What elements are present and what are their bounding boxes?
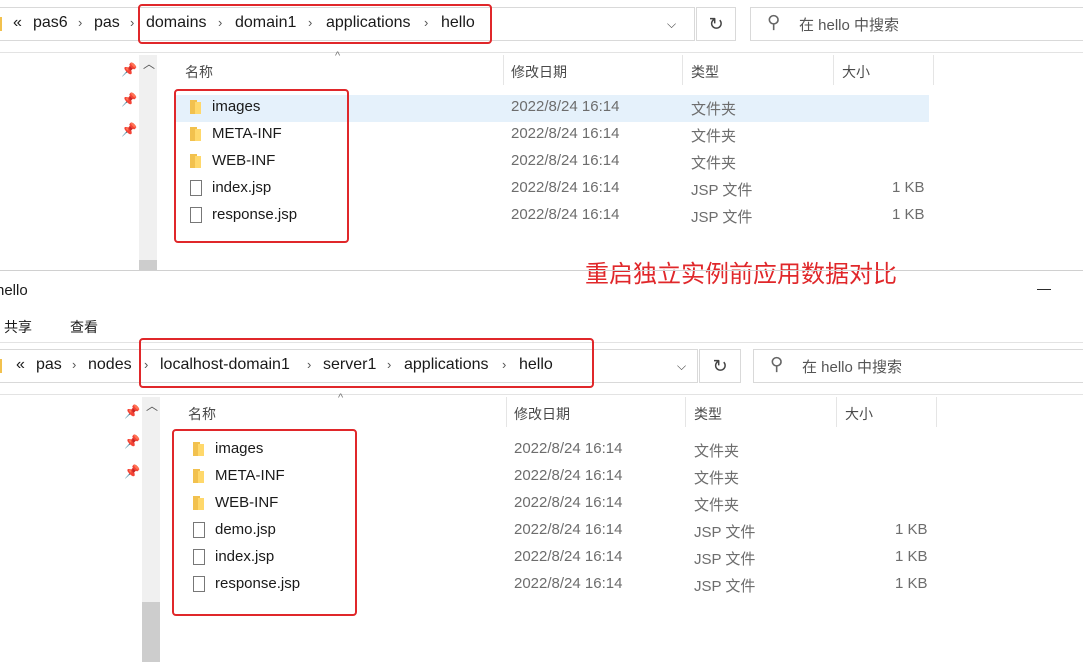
file-date: 2022/8/24 16:14 bbox=[514, 467, 623, 484]
file-type: 文件夹 bbox=[691, 155, 737, 172]
column-size[interactable]: 大小 bbox=[842, 62, 870, 82]
chevron-right-icon[interactable]: › bbox=[72, 357, 76, 372]
sort-up-icon: ^ bbox=[335, 50, 341, 62]
column-size[interactable]: 大小 bbox=[845, 404, 873, 424]
pin-icon[interactable]: 📌 bbox=[121, 92, 137, 108]
window-top-border bbox=[0, 270, 1083, 271]
pin-icon[interactable]: 📌 bbox=[124, 464, 140, 480]
refresh-button[interactable]: ↻ bbox=[696, 7, 736, 41]
file-size: 1 KB bbox=[892, 206, 925, 223]
column-date[interactable]: 修改日期 bbox=[511, 62, 567, 82]
comparison-annotation: 重启独立实例前应用数据对比 bbox=[585, 261, 897, 288]
file-type: JSP 文件 bbox=[694, 578, 756, 595]
scroll-up-icon[interactable]: ︿ bbox=[143, 55, 155, 72]
file-size: 1 KB bbox=[895, 548, 928, 565]
pin-icon[interactable]: 📌 bbox=[121, 62, 137, 78]
file-date: 2022/8/24 16:14 bbox=[511, 152, 620, 169]
file-type: JSP 文件 bbox=[691, 182, 753, 199]
search-placeholder: 在 hello 中搜索 bbox=[799, 17, 900, 34]
file-type: JSP 文件 bbox=[694, 551, 756, 568]
breadcrumb-nodes[interactable]: nodes bbox=[88, 356, 132, 374]
file-type: 文件夹 bbox=[694, 443, 740, 460]
search-placeholder: 在 hello 中搜索 bbox=[802, 359, 903, 376]
column-name[interactable]: 名称 bbox=[188, 404, 216, 424]
column-name[interactable]: 名称 bbox=[185, 62, 213, 82]
ribbon-tab-share[interactable]: 共享 bbox=[4, 317, 32, 337]
chevron-down-icon[interactable]: ⌵ bbox=[677, 359, 686, 374]
bottom-divider bbox=[0, 394, 1083, 395]
column-date[interactable]: 修改日期 bbox=[514, 404, 570, 424]
file-type: 文件夹 bbox=[694, 497, 740, 514]
bottom-breadcrumb-highlight bbox=[139, 338, 594, 388]
refresh-button[interactable]: ↻ bbox=[699, 349, 741, 383]
minimize-button[interactable]: — bbox=[1037, 280, 1051, 296]
file-date: 2022/8/24 16:14 bbox=[511, 125, 620, 142]
window-title: hello bbox=[0, 282, 28, 299]
breadcrumb-pas[interactable]: pas bbox=[94, 14, 120, 32]
file-date: 2022/8/24 16:14 bbox=[511, 98, 620, 115]
top-divider bbox=[0, 52, 1083, 53]
file-date: 2022/8/24 16:14 bbox=[514, 575, 623, 592]
breadcrumb-prefix[interactable]: « bbox=[16, 356, 25, 374]
file-date: 2022/8/24 16:14 bbox=[511, 179, 620, 196]
column-separator[interactable] bbox=[506, 397, 507, 427]
pin-icon[interactable]: 📌 bbox=[124, 404, 140, 420]
top-scrollbar-thumb[interactable] bbox=[139, 260, 157, 270]
top-breadcrumb-highlight bbox=[138, 4, 492, 44]
file-size: 1 KB bbox=[892, 179, 925, 196]
column-type[interactable]: 类型 bbox=[694, 404, 722, 424]
pin-icon[interactable]: 📌 bbox=[121, 122, 137, 138]
breadcrumb-pas6[interactable]: pas6 bbox=[33, 14, 68, 32]
file-type: 文件夹 bbox=[691, 128, 737, 145]
chevron-right-icon[interactable]: › bbox=[130, 15, 134, 30]
top-folder-glyph bbox=[0, 17, 2, 31]
file-date: 2022/8/24 16:14 bbox=[514, 548, 623, 565]
top-scrollbar[interactable] bbox=[139, 55, 157, 270]
column-type[interactable]: 类型 bbox=[691, 62, 719, 82]
pin-icon[interactable]: 📌 bbox=[124, 434, 140, 450]
column-separator[interactable] bbox=[936, 397, 937, 427]
file-type: 文件夹 bbox=[691, 101, 737, 118]
file-type: JSP 文件 bbox=[691, 209, 753, 226]
file-type: JSP 文件 bbox=[694, 524, 756, 541]
file-type: 文件夹 bbox=[694, 470, 740, 487]
sort-up-icon: ^ bbox=[338, 392, 344, 404]
file-date: 2022/8/24 16:14 bbox=[514, 521, 623, 538]
column-separator[interactable] bbox=[933, 55, 934, 85]
file-date: 2022/8/24 16:14 bbox=[514, 440, 623, 457]
breadcrumb-pas[interactable]: pas bbox=[36, 356, 62, 374]
column-separator[interactable] bbox=[682, 55, 683, 85]
top-search-input[interactable]: ⚲ 在 hello 中搜索 bbox=[750, 7, 1083, 41]
column-separator[interactable] bbox=[833, 55, 834, 85]
bottom-files-highlight bbox=[172, 429, 357, 616]
chevron-right-icon[interactable]: › bbox=[78, 15, 82, 30]
column-separator[interactable] bbox=[503, 55, 504, 85]
column-separator[interactable] bbox=[836, 397, 837, 427]
file-size: 1 KB bbox=[895, 575, 928, 592]
file-date: 2022/8/24 16:14 bbox=[514, 494, 623, 511]
bottom-search-input[interactable]: ⚲ 在 hello 中搜索 bbox=[753, 349, 1083, 383]
bottom-folder-glyph bbox=[0, 359, 2, 373]
search-icon: ⚲ bbox=[767, 12, 781, 32]
breadcrumb-prefix[interactable]: « bbox=[13, 14, 22, 32]
file-size: 1 KB bbox=[895, 521, 928, 538]
search-icon: ⚲ bbox=[770, 354, 784, 374]
chevron-down-icon[interactable]: ⌵ bbox=[667, 17, 676, 32]
column-separator[interactable] bbox=[685, 397, 686, 427]
bottom-scrollbar-thumb[interactable] bbox=[142, 602, 160, 662]
scroll-up-icon[interactable]: ︿ bbox=[146, 397, 158, 414]
ribbon-tab-view[interactable]: 查看 bbox=[70, 317, 98, 337]
file-date: 2022/8/24 16:14 bbox=[511, 206, 620, 223]
top-files-highlight bbox=[174, 89, 349, 243]
